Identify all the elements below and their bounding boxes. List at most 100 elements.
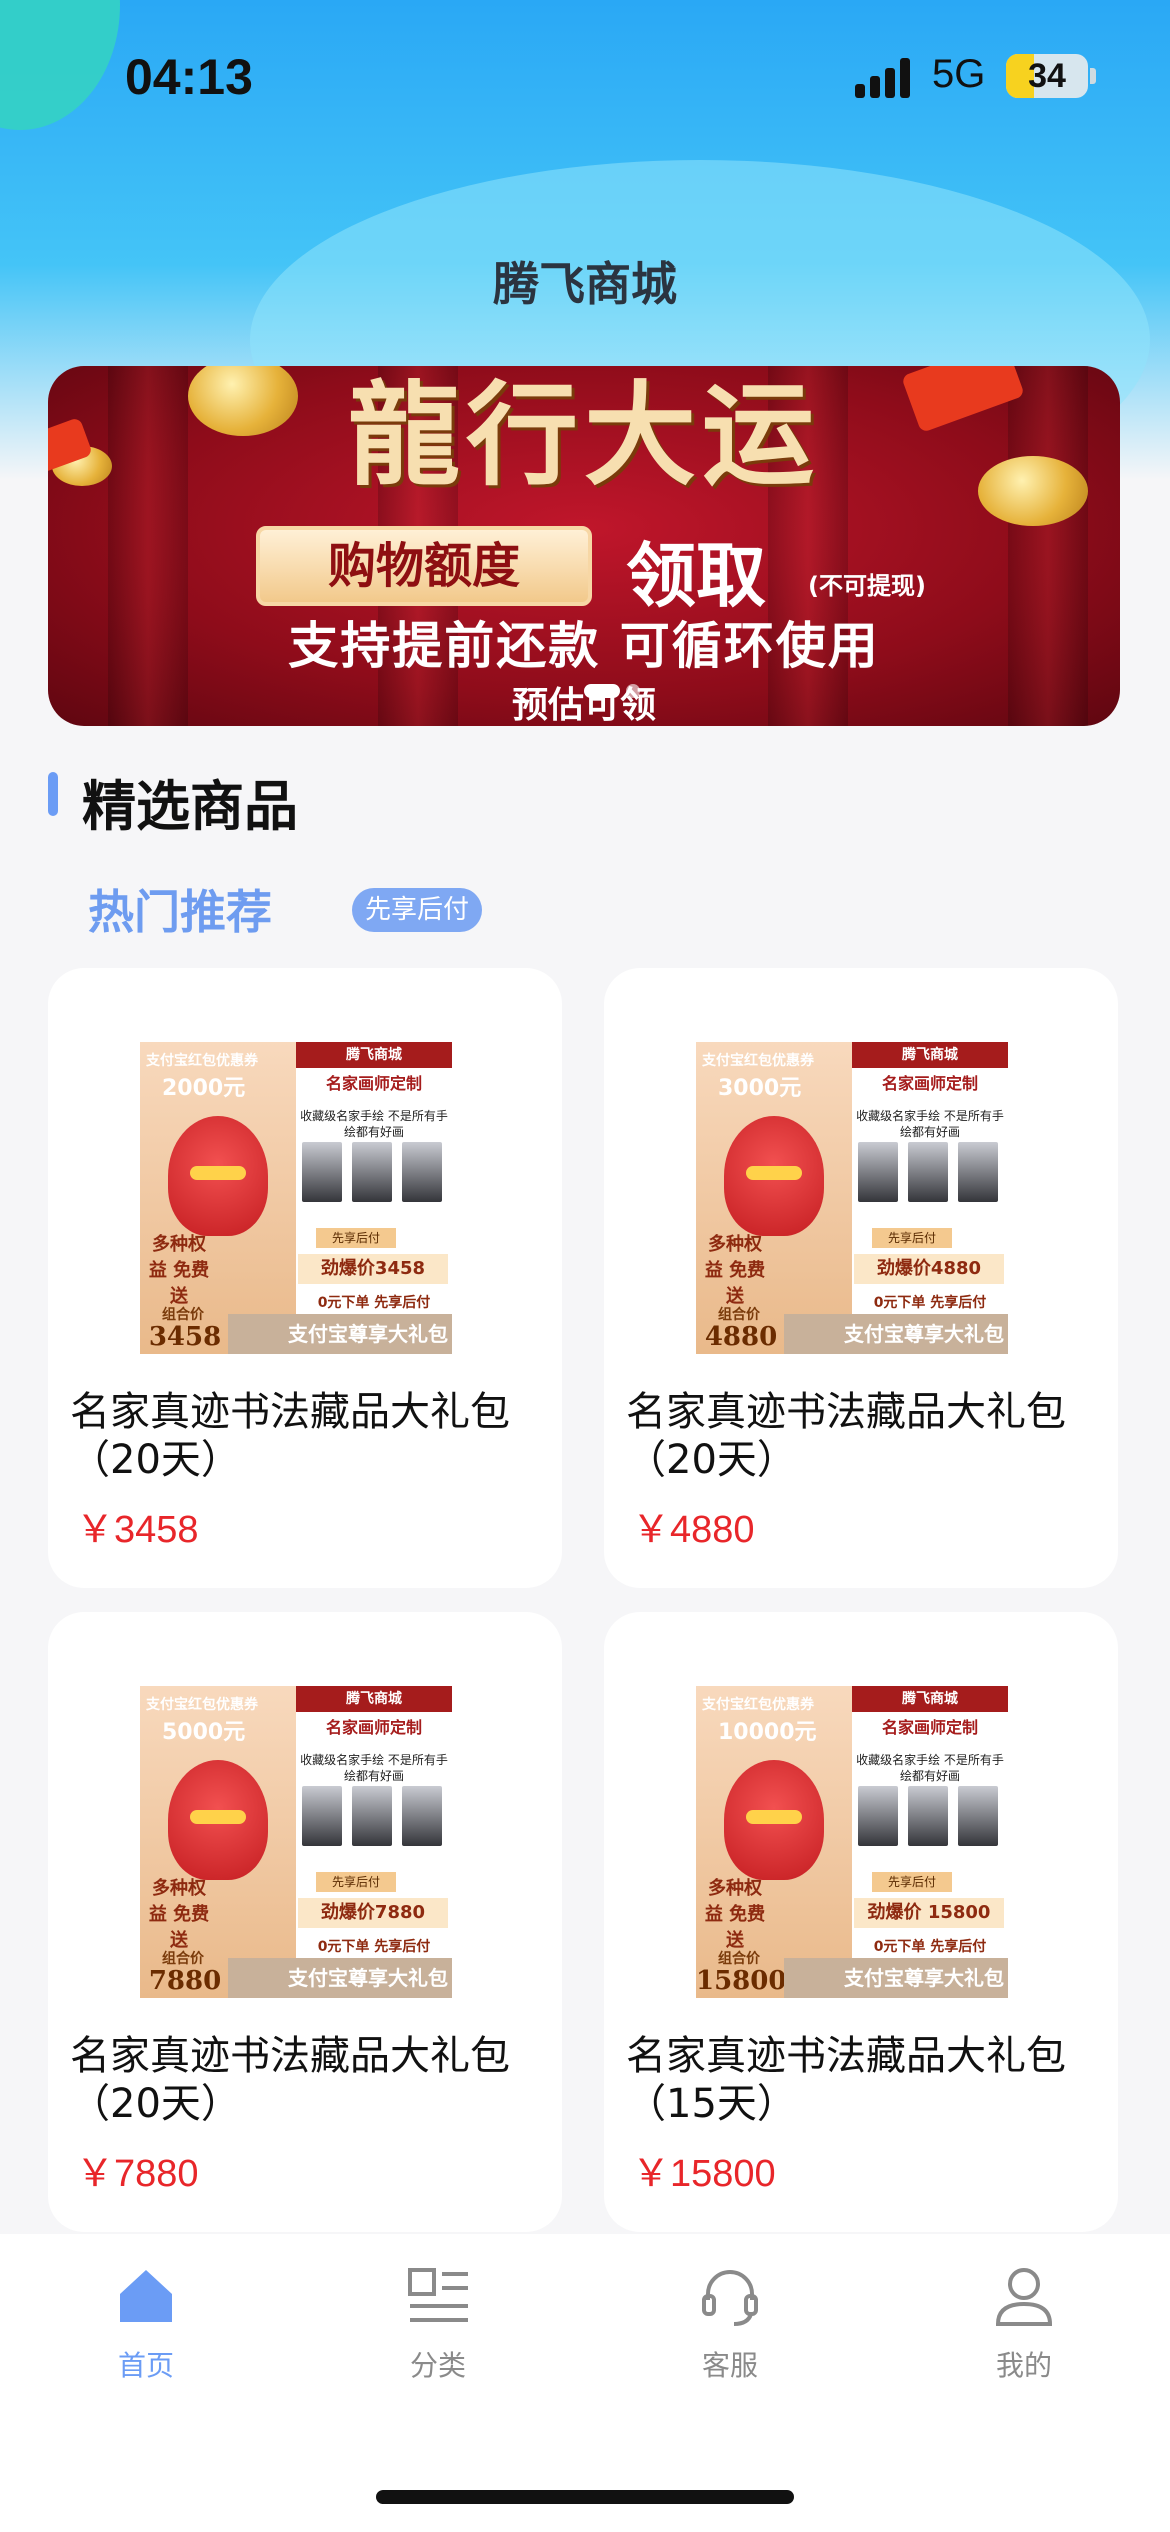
- thumb-coupon: 支付宝红包优惠券: [702, 1697, 814, 1713]
- thumb-shop: 腾飞商城: [296, 1686, 452, 1712]
- tab-label: 客服: [701, 2349, 758, 2382]
- category-icon: [408, 2268, 468, 2322]
- artist-photos: [858, 1142, 1002, 1212]
- carousel-indicator: [584, 684, 644, 700]
- thumb-hot-price: 劲爆价3458: [298, 1254, 448, 1284]
- thumb-coupon: 支付宝红包优惠券: [146, 1697, 258, 1713]
- thumb-strip: 支付宝尊享大礼包: [784, 1958, 1008, 1998]
- product-card[interactable]: 支付宝红包优惠券 10000元 多种权益 免费送 组合价 15800 腾飞商城 …: [604, 1612, 1118, 2232]
- banner-headline: 龍行大运: [348, 370, 820, 501]
- tab-service[interactable]: 客服: [650, 2264, 810, 2394]
- thumb-master: 名家画师定制: [881, 1074, 978, 1093]
- thumb-perk: 多种权益 免费送: [704, 1234, 766, 1307]
- thumb-tag: 先享后付: [316, 1228, 396, 1248]
- thumb-amount: 2000元: [162, 1076, 246, 1101]
- thumb-tag: 先享后付: [872, 1872, 952, 1892]
- thumb-hot-price: 劲爆价 15800: [854, 1898, 1004, 1928]
- home-indicator: [376, 2490, 794, 2504]
- product-card[interactable]: 支付宝红包优惠券 2000元 多种权益 免费送 组合价 3458 腾飞商城 名家…: [48, 968, 562, 1588]
- section-title: 精选商品: [82, 775, 298, 838]
- thumb-collect: 收藏级名家手绘 不是所有手绘都有好画: [300, 1109, 448, 1139]
- thumb-combo-price: 3458: [148, 1322, 222, 1352]
- thumb-zero-down: 0元下单 先享后付: [317, 1295, 431, 1311]
- artist-photos: [302, 1786, 446, 1856]
- status-time: 04:13: [125, 49, 253, 105]
- product-image: 支付宝红包优惠券 10000元 多种权益 免费送 组合价 15800 腾飞商城 …: [696, 1686, 1008, 1998]
- thumb-amount: 10000元: [718, 1720, 817, 1745]
- thumb-amount: 3000元: [718, 1076, 802, 1101]
- banner-support-text: 支持提前还款 可循环使用: [288, 617, 880, 675]
- thumb-zero-down: 0元下单 先享后付: [317, 1939, 431, 1955]
- thumb-combo-label: 组合价: [162, 1307, 204, 1323]
- thumb-shop: 腾飞商城: [852, 1042, 1008, 1068]
- thumb-perk: 多种权益 免费送: [148, 1878, 210, 1951]
- tab-label: 我的: [995, 2349, 1052, 2382]
- thumb-hot-price: 劲爆价4880: [854, 1254, 1004, 1284]
- thumb-hot-price: 劲爆价7880: [298, 1898, 448, 1928]
- thumb-master: 名家画师定制: [881, 1718, 978, 1737]
- thumb-combo-label: 组合价: [718, 1307, 760, 1323]
- signal-icon: [855, 56, 915, 98]
- thumb-combo-price: 7880: [148, 1966, 222, 1996]
- tab-mine[interactable]: 我的: [944, 2264, 1104, 2394]
- home-icon: [120, 2270, 172, 2322]
- red-envelope-icon: [724, 1116, 824, 1236]
- tab-category[interactable]: 分类: [358, 2264, 518, 2394]
- thumb-shop: 腾飞商城: [852, 1686, 1008, 1712]
- section-accent-bar: [48, 772, 58, 816]
- product-card[interactable]: 支付宝红包优惠券 5000元 多种权益 免费送 组合价 7880 腾飞商城 名家…: [48, 1612, 562, 2232]
- product-name: 名家真迹书法藏品大礼包（15天）: [626, 2033, 1066, 2127]
- product-price: ￥3458: [76, 1509, 199, 1551]
- product-price: ￥15800: [632, 2153, 776, 2195]
- carousel-dot: [584, 684, 620, 698]
- artist-photos: [302, 1142, 446, 1212]
- status-bar: 04:13 5G 34: [0, 0, 1170, 150]
- page-title: 腾飞商城: [493, 257, 677, 311]
- tab-home[interactable]: 首页: [66, 2264, 226, 2394]
- thumb-collect: 收藏级名家手绘 不是所有手绘都有好画: [856, 1109, 1004, 1139]
- thumb-combo-label: 组合价: [718, 1951, 760, 1967]
- thumb-perk: 多种权益 免费送: [148, 1234, 210, 1307]
- tab-label: 分类: [409, 2349, 466, 2382]
- thumb-combo-label: 组合价: [162, 1951, 204, 1967]
- thumb-tag: 先享后付: [872, 1228, 952, 1248]
- promo-banner[interactable]: 龍行大运 购物额度 领取 (不可提现) 支持提前还款 可循环使用 预估可领: [48, 366, 1120, 726]
- thumb-perk: 多种权益 免费送: [704, 1878, 766, 1951]
- thumb-coupon: 支付宝红包优惠券: [702, 1053, 814, 1069]
- network-type: 5G: [932, 52, 986, 96]
- battery-percent: 34: [1028, 57, 1066, 95]
- red-envelope-icon: [168, 1116, 268, 1236]
- product-image: 支付宝红包优惠券 5000元 多种权益 免费送 组合价 7880 腾飞商城 名家…: [140, 1686, 452, 1998]
- thumb-zero-down: 0元下单 先享后付: [873, 1939, 987, 1955]
- product-card[interactable]: 支付宝红包优惠券 3000元 多种权益 免费送 组合价 4880 腾飞商城 名家…: [604, 968, 1118, 1588]
- user-icon: [995, 2268, 1053, 2326]
- tab-hot-recommend[interactable]: 热门推荐: [88, 876, 272, 942]
- battery-icon: 34: [1006, 54, 1088, 98]
- thumb-zero-down: 0元下单 先享后付: [873, 1295, 987, 1311]
- thumb-coupon: 支付宝红包优惠券: [146, 1053, 258, 1069]
- product-name: 名家真迹书法藏品大礼包（20天）: [626, 1389, 1066, 1483]
- thumb-master: 名家画师定制: [325, 1718, 422, 1737]
- thumb-collect: 收藏级名家手绘 不是所有手绘都有好画: [300, 1753, 448, 1783]
- product-image: 支付宝红包优惠券 2000元 多种权益 免费送 组合价 3458 腾飞商城 名家…: [140, 1042, 452, 1354]
- thumb-strip: 支付宝尊享大礼包: [784, 1314, 1008, 1354]
- thumb-strip: 支付宝尊享大礼包: [228, 1958, 452, 1998]
- no-cash-note: (不可提现): [808, 572, 926, 600]
- headset-icon: [702, 2270, 758, 2326]
- product-price: ￥7880: [76, 2153, 199, 2195]
- thumb-tag: 先享后付: [316, 1872, 396, 1892]
- tab-label: 首页: [117, 2349, 174, 2382]
- product-name: 名家真迹书法藏品大礼包（20天）: [70, 2033, 510, 2127]
- thumb-combo-price: 4880: [704, 1322, 778, 1352]
- thumb-master: 名家画师定制: [325, 1074, 422, 1093]
- bottom-tab-bar: 首页 分类 客服 我的: [0, 2234, 1170, 2532]
- thumb-shop: 腾飞商城: [296, 1042, 452, 1068]
- red-envelope-icon: [168, 1760, 268, 1880]
- product-image: 支付宝红包优惠券 3000元 多种权益 免费送 组合价 4880 腾飞商城 名家…: [696, 1042, 1008, 1354]
- battery-tip: [1090, 68, 1096, 84]
- thumb-collect: 收藏级名家手绘 不是所有手绘都有好画: [856, 1753, 1004, 1783]
- thumb-combo-price: 15800: [696, 1966, 787, 1996]
- red-envelope-icon: [724, 1760, 824, 1880]
- carousel-dot: [626, 684, 640, 698]
- product-price: ￥4880: [632, 1509, 755, 1551]
